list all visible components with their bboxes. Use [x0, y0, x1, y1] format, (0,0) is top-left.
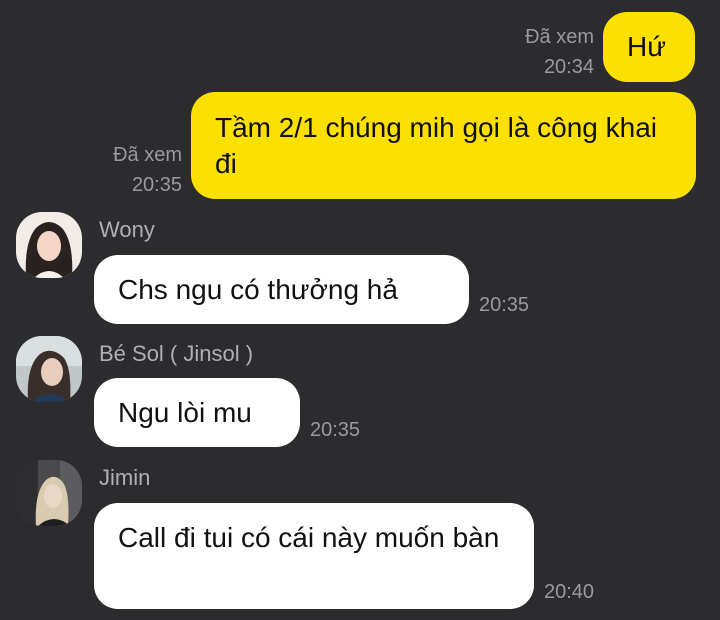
outgoing-message-bubble[interactable]: Tầm 2/1 chúng mih gọi là công khai đi	[191, 92, 696, 199]
avatar-be-sol[interactable]	[16, 336, 82, 402]
read-receipt: Đã xem	[113, 144, 182, 166]
sender-name: Jimin	[99, 465, 151, 490]
avatar-wony[interactable]	[16, 212, 82, 278]
read-receipt: Đã xem	[525, 26, 594, 48]
avatar-photo-icon	[16, 212, 82, 278]
message-text: Chs ngu có thưởng hả	[118, 274, 398, 305]
incoming-message-bubble[interactable]: Call đi tui có cái này muốn bàn	[94, 503, 534, 609]
avatar-photo-icon	[16, 460, 82, 526]
avatar-photo-icon	[16, 336, 82, 402]
message-time: 20:35	[310, 419, 361, 441]
message-time: 20:35	[479, 294, 530, 316]
avatar-jimin[interactable]	[16, 460, 82, 526]
message-meta: Đã xem 20:34	[525, 22, 594, 82]
incoming-message-bubble[interactable]: Ngu lòi mu	[94, 378, 300, 447]
sender-name: Bé Sol ( Jinsol )	[99, 341, 254, 366]
message-text: Hứ	[627, 31, 666, 62]
outgoing-message-bubble[interactable]: Hứ	[603, 12, 695, 82]
sender-name: Wony	[99, 217, 155, 242]
message-time: 20:40	[544, 581, 595, 603]
message-text: Call đi tui có cái này muốn bàn	[118, 522, 500, 553]
message-time: 20:35	[131, 174, 182, 196]
message-text: Ngu lòi mu	[118, 397, 252, 428]
incoming-message-bubble[interactable]: Chs ngu có thưởng hả	[94, 255, 469, 324]
message-text: Tầm 2/1 chúng mih gọi là công khai đi	[215, 112, 658, 179]
message-meta: Đã xem 20:35	[113, 140, 182, 200]
message-time: 20:34	[543, 56, 594, 78]
